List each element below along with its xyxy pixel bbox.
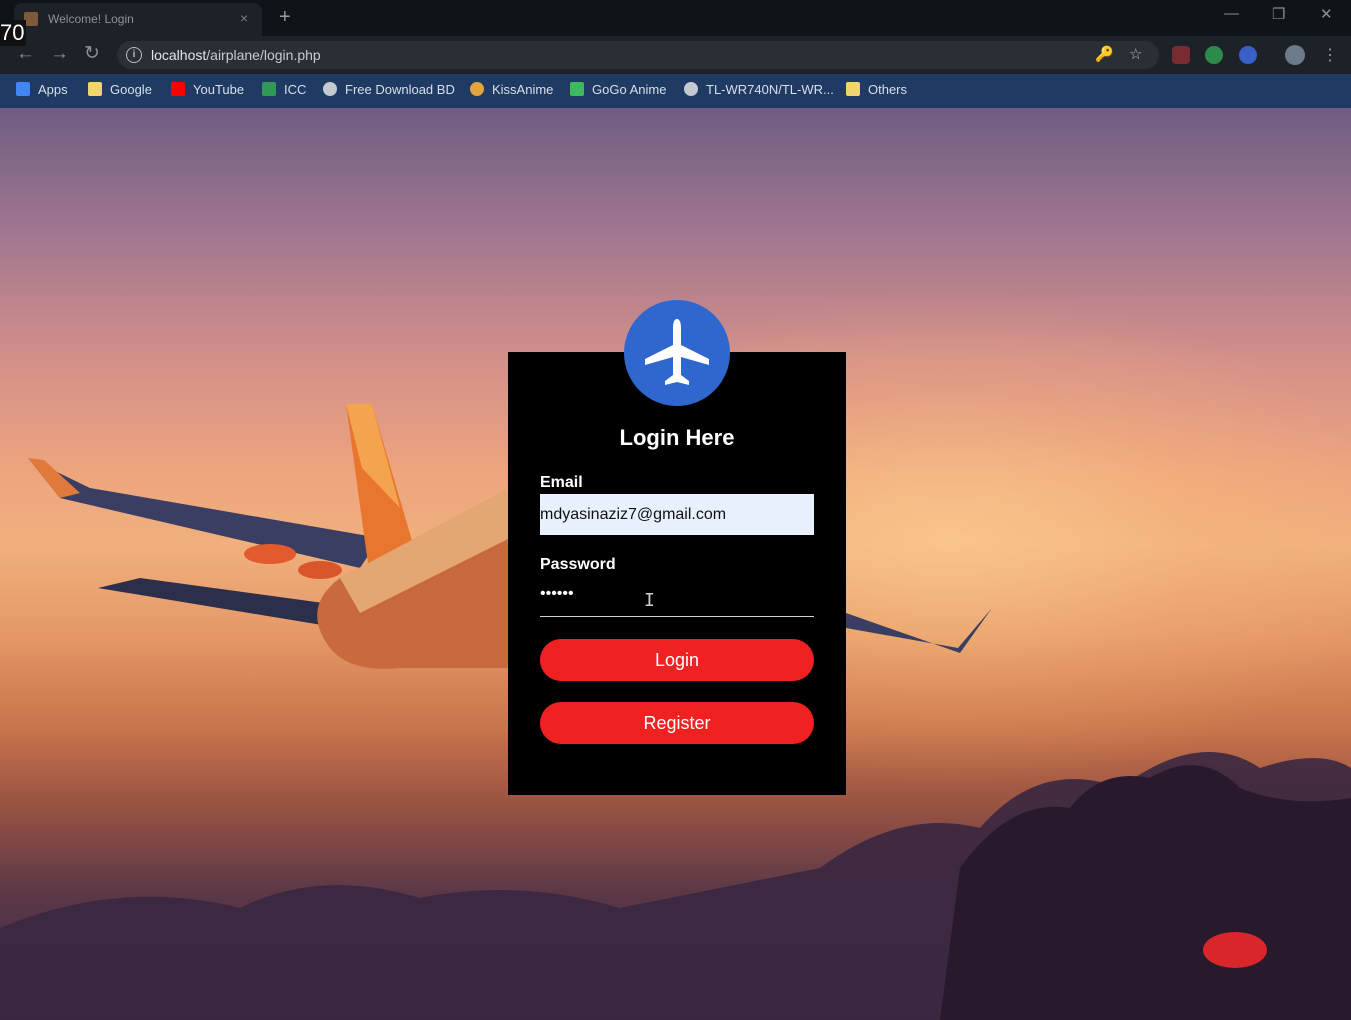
kissanime-icon: [470, 82, 484, 96]
browser-toolbar: ← → ↻ i localhost/airplane/login.php 🔑 ☆…: [0, 36, 1351, 74]
text-cursor-icon: I: [644, 590, 655, 611]
reload-button[interactable]: ↻: [84, 44, 100, 64]
login-title: Login Here: [619, 425, 735, 450]
folder-icon: [88, 82, 102, 96]
address-bar[interactable]: i localhost/airplane/login.php 🔑 ☆: [117, 41, 1159, 69]
extension-blue-icon[interactable]: [1239, 46, 1257, 64]
bookmark-star-icon[interactable]: ☆: [1129, 45, 1142, 63]
extension-green-icon[interactable]: [1205, 46, 1223, 64]
profile-avatar-icon[interactable]: [1285, 45, 1305, 65]
email-label: Email: [540, 474, 583, 491]
register-button[interactable]: Register: [540, 702, 814, 744]
bookmark-others[interactable]: Others: [846, 82, 907, 100]
restore-button[interactable]: ❐: [1272, 5, 1285, 23]
apps-grid-icon: [16, 82, 30, 96]
bookmark-gogo-anime[interactable]: GoGo Anime: [570, 82, 666, 100]
airplane-icon: [645, 319, 709, 385]
browser-window: Welcome! Login × + — ❐ ✕ 70 ← → ↻ i loca…: [0, 0, 1351, 1020]
bookmark-free-download-bd[interactable]: Free Download BD: [323, 82, 455, 100]
gogoanime-icon: [570, 82, 584, 96]
bookmark-icc[interactable]: ICC: [262, 82, 306, 100]
globe-icon: [323, 82, 337, 96]
globe-icon: [684, 82, 698, 96]
login-button[interactable]: Login: [540, 639, 814, 681]
password-label: Password: [540, 556, 616, 573]
key-icon[interactable]: 🔑: [1095, 45, 1114, 63]
url-text: localhost/airplane/login.php: [151, 47, 321, 63]
tab-strip: Welcome! Login × + — ❐ ✕: [0, 0, 1351, 36]
minimize-button[interactable]: —: [1224, 5, 1239, 22]
icc-icon: [262, 82, 276, 96]
bookmarks-bar: Apps Google YouTube ICC Free Download BD…: [0, 74, 1351, 108]
tab-close-icon[interactable]: ×: [240, 10, 248, 26]
browser-menu-icon[interactable]: ⋮: [1322, 45, 1338, 65]
folder-icon: [846, 82, 860, 96]
youtube-icon: [171, 82, 185, 96]
forward-button[interactable]: →: [50, 44, 69, 64]
bookmark-youtube[interactable]: YouTube: [171, 82, 244, 100]
close-window-button[interactable]: ✕: [1320, 5, 1333, 23]
bookmark-apps[interactable]: Apps: [16, 82, 68, 100]
tab-title: Welcome! Login: [48, 12, 134, 26]
site-info-icon[interactable]: i: [126, 47, 142, 63]
bookmark-kissanime[interactable]: KissAnime: [470, 82, 553, 100]
extension-pdf-icon[interactable]: [1172, 46, 1190, 64]
bookmark-google[interactable]: Google: [88, 82, 152, 100]
browser-tab[interactable]: Welcome! Login ×: [14, 3, 262, 36]
back-button[interactable]: ←: [16, 44, 35, 64]
email-field[interactable]: mdyasinaziz7@gmail.com: [540, 494, 814, 535]
logo-badge: [624, 300, 730, 406]
password-field[interactable]: ••••••: [540, 583, 814, 617]
video-timestamp-overlay: 70: [0, 20, 27, 46]
new-tab-button[interactable]: +: [279, 6, 291, 28]
bookmark-tl-wr740n[interactable]: TL-WR740N/TL-WR...: [684, 82, 834, 100]
password-value: ••••••: [540, 585, 574, 602]
